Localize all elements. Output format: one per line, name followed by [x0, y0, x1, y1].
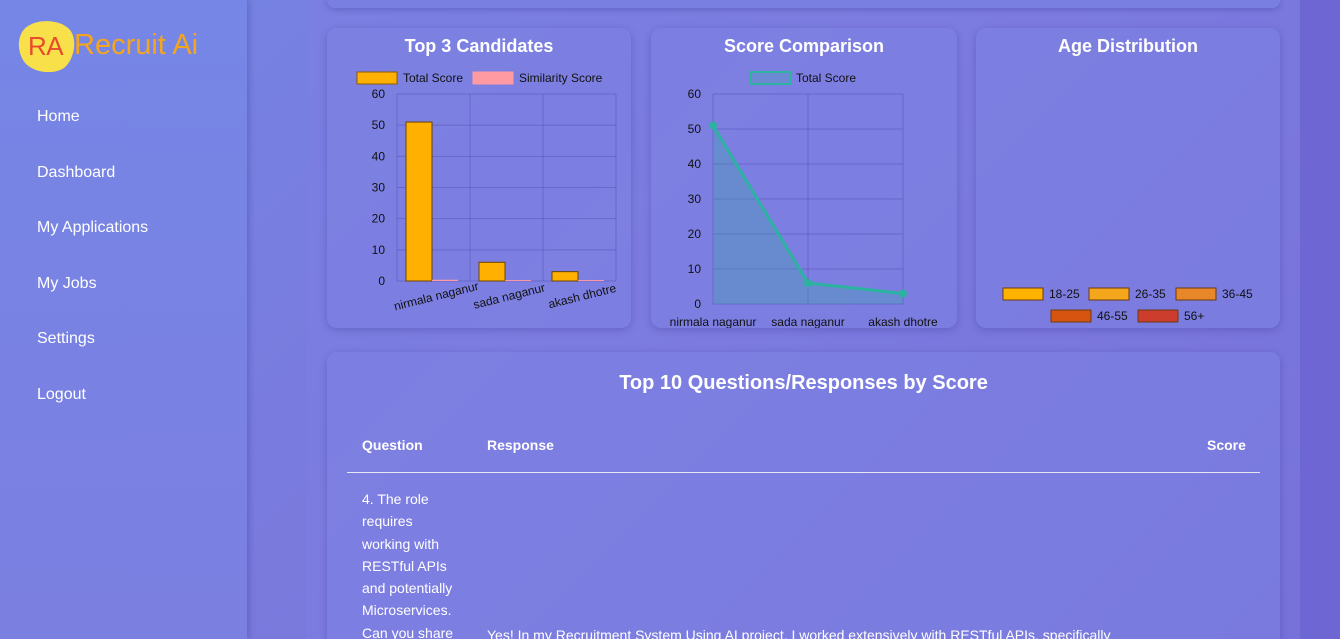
age-distribution-card: Age Distribution 18-25 26-35 36-45 46-55 56+: [976, 28, 1280, 328]
data-point: [899, 289, 907, 298]
bar-similarity-score: [505, 280, 531, 282]
y-tick-label: 20: [688, 227, 702, 241]
legend-label-age-2: 36-45: [1222, 287, 1253, 301]
column-header-question[interactable]: Question: [362, 437, 423, 453]
top-candidates-card: Top 3 Candidates Total Score Similarity S…: [327, 28, 631, 328]
bar-similarity-score: [578, 280, 604, 282]
score-comparison-card: Score Comparison Total Score 0 10 20 30 40 50 6…: [651, 28, 957, 328]
table-header-divider: [347, 472, 1260, 473]
legend-label-age-1: 26-35: [1135, 287, 1166, 301]
y-tick-label: 0: [694, 297, 701, 311]
table-cell-response: Yes! In my Recruitment System Using AI p…: [487, 627, 1111, 639]
legend-label-age-3: 46-55: [1097, 309, 1128, 323]
data-point: [804, 279, 812, 287]
legend-label-1: Similarity Score: [519, 71, 603, 85]
legend-swatch-age-1: [1088, 287, 1130, 301]
legend-swatch-0: [356, 71, 398, 85]
age-distribution-chart: 18-25 26-35 36-45 46-55 56+: [1002, 287, 1253, 323]
y-tick-label: 50: [372, 118, 386, 132]
legend-swatch-age-3: [1050, 309, 1092, 323]
legend-swatch-age-2: [1175, 287, 1217, 301]
y-tick-label: 20: [372, 212, 386, 226]
sidebar-nav: Home Dashboard My Applications My Jobs S…: [37, 105, 148, 439]
sidebar-item-settings[interactable]: Settings: [37, 327, 148, 383]
y-tick-label: 50: [688, 122, 702, 136]
legend-swatch-age-4: [1137, 309, 1179, 323]
y-tick-label: 40: [688, 157, 702, 171]
x-tick-label: sada naganur: [472, 280, 547, 311]
y-tick-label: 40: [372, 149, 386, 163]
legend-label-age-0: 18-25: [1049, 287, 1080, 301]
score-comparison-chart: Total Score 0 10 20 30 40 50 60 nirmala naganur s…: [670, 71, 938, 328]
legend-swatch-1: [472, 71, 514, 85]
column-header-score[interactable]: Score: [1207, 437, 1246, 453]
x-tick-label: nirmala naganur: [392, 279, 480, 314]
sidebar-item-my-applications[interactable]: My Applications: [37, 216, 148, 272]
logo-ra: RA: [28, 31, 64, 61]
top-card: [327, 0, 1280, 8]
sidebar-item-dashboard[interactable]: Dashboard: [37, 161, 148, 217]
column-header-response[interactable]: Response: [487, 437, 554, 453]
legend-label-age-4: 56+: [1184, 309, 1204, 323]
main-content: Top 3 Candidates Total Score Similarity S…: [307, 0, 1300, 639]
y-tick-label: 60: [372, 87, 386, 101]
top-candidates-chart: Total Score Similarity Score 0 10 20 30 40 50 60…: [356, 71, 618, 314]
bar-similarity-score: [432, 279, 458, 281]
legend-label-total-score: Total Score: [796, 71, 856, 85]
legend-label-0: Total Score: [403, 71, 463, 85]
questions-table-card: Top 10 Questions/Responses by Score Ques…: [327, 352, 1280, 639]
x-tick-label: nirmala naganur: [670, 315, 757, 328]
x-tick-label: akash dhotre: [868, 315, 938, 328]
sidebar-item-logout[interactable]: Logout: [37, 383, 148, 439]
x-tick-label: sada naganur: [771, 315, 844, 328]
sidebar: RA Recruit Ai Home Dashboard My Applicat…: [0, 0, 247, 639]
questions-table-title: Top 10 Questions/Responses by Score: [619, 372, 988, 394]
y-tick-label: 0: [378, 274, 385, 288]
sidebar-item-my-jobs[interactable]: My Jobs: [37, 272, 148, 328]
y-tick-label: 60: [688, 87, 702, 101]
bar-total-score: [478, 261, 506, 282]
legend-swatch-total-score: [749, 71, 791, 85]
y-tick-label: 30: [372, 181, 386, 195]
data-point: [709, 121, 717, 130]
bar-total-score: [551, 271, 579, 282]
bar-total-score: [405, 121, 433, 282]
right-edge: [1300, 0, 1340, 639]
logo-text: Recruit Ai: [74, 29, 199, 61]
sidebar-item-home[interactable]: Home: [37, 105, 148, 161]
y-tick-label: 10: [688, 262, 702, 276]
legend-swatch-age-0: [1002, 287, 1044, 301]
table-cell-question: 4. The role requires working with RESTfu…: [362, 491, 454, 639]
y-tick-label: 10: [372, 243, 386, 257]
x-tick-label: akash dhotre: [547, 281, 618, 311]
app-logo[interactable]: RA Recruit Ai: [18, 20, 238, 76]
y-tick-label: 30: [688, 192, 702, 206]
